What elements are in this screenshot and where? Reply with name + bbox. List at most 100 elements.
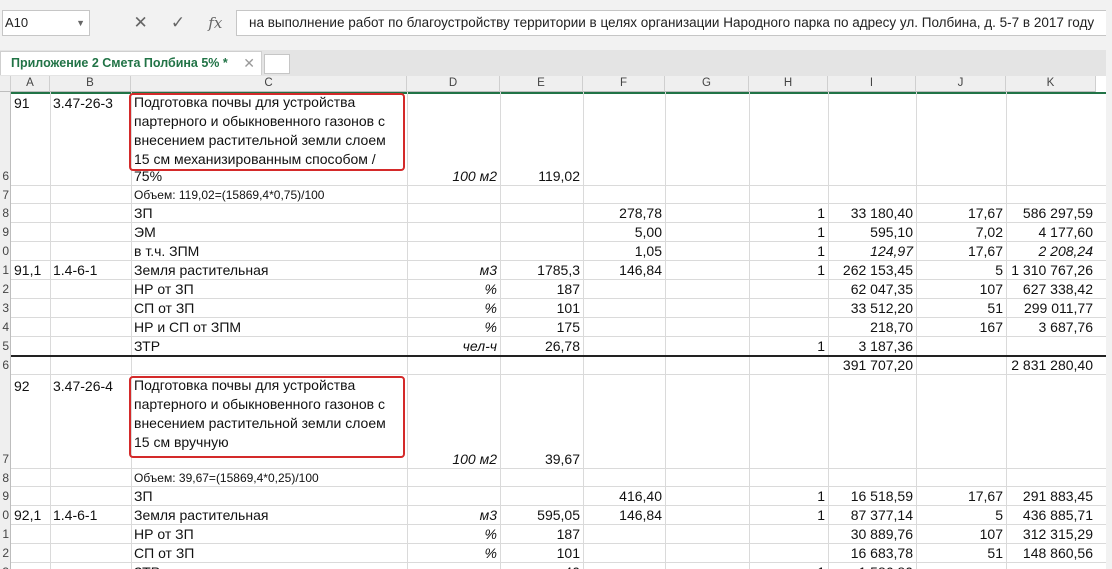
cell-c-15[interactable]: НР от ЗП <box>131 525 407 544</box>
cell-d-6[interactable]: % <box>407 280 500 299</box>
cell-h-9[interactable]: 1 <box>749 337 828 356</box>
close-icon[interactable]: ✕ <box>243 52 255 74</box>
cell-f-13[interactable]: 416,40 <box>583 487 665 506</box>
cell-h-13[interactable]: 1 <box>749 487 828 506</box>
cell-c-12[interactable]: Объем: 39,67=(15869,4*0,25)/100 <box>131 469 731 487</box>
cell-j-3[interactable]: 7,02 <box>916 223 1006 242</box>
cell-c-6[interactable]: НР от ЗП <box>131 280 407 299</box>
column-header-j[interactable]: J <box>916 76 1006 92</box>
row-header[interactable]: 9 <box>0 487 11 506</box>
row-header[interactable]: 0 <box>0 242 11 261</box>
row-header[interactable]: 3 <box>0 563 11 569</box>
row-header[interactable]: 1 <box>0 525 11 544</box>
cell-d-7[interactable]: % <box>407 299 500 318</box>
cell-a-14[interactable]: 92,1 <box>11 506 50 525</box>
column-header-i[interactable]: I <box>828 76 916 92</box>
column-header-h[interactable]: H <box>749 76 828 92</box>
cell-k-10[interactable]: 2 831 280,40 <box>1006 356 1096 375</box>
cell-e-14[interactable]: 595,05 <box>500 506 583 525</box>
row-header[interactable]: 1 <box>0 261 11 280</box>
cell-d-8[interactable]: % <box>407 318 500 337</box>
enter-icon[interactable]: ✓ <box>164 13 192 33</box>
cell-b-11[interactable]: 3.47-26-4 <box>50 377 131 396</box>
row-header[interactable]: 4 <box>0 318 11 337</box>
cell-a-0[interactable]: 91 <box>11 94 50 113</box>
cell-c-7[interactable]: СП от ЗП <box>131 299 407 318</box>
cell-j-2[interactable]: 17,67 <box>916 204 1006 223</box>
sheet-tab[interactable]: Приложение 2 Смета Полбина 5% * ✕ <box>0 51 262 75</box>
column-header-b[interactable]: B <box>50 76 131 92</box>
row-header[interactable]: 9 <box>0 223 11 242</box>
name-box[interactable]: A10 ▼ <box>2 10 90 36</box>
cell-e-7[interactable]: 101 <box>500 299 583 318</box>
cell-i-15[interactable]: 30 889,76 <box>828 525 916 544</box>
cell-k-15[interactable]: 312 315,29 <box>1006 525 1096 544</box>
cell-j-4[interactable]: 17,67 <box>916 242 1006 261</box>
cell-b-14[interactable]: 1.4-6-1 <box>50 506 131 525</box>
cell-d-9[interactable]: чел-ч <box>407 337 500 356</box>
cell-f-14[interactable]: 146,84 <box>583 506 665 525</box>
column-header-e[interactable]: E <box>500 76 583 92</box>
cell-j-14[interactable]: 5 <box>916 506 1006 525</box>
cell-a-5[interactable]: 91,1 <box>11 261 50 280</box>
cell-j-8[interactable]: 167 <box>916 318 1006 337</box>
cell-j-15[interactable]: 107 <box>916 525 1006 544</box>
select-all-corner[interactable] <box>0 76 11 92</box>
cell-i-13[interactable]: 16 518,59 <box>828 487 916 506</box>
cell-c-5[interactable]: Земля растительная <box>131 261 407 280</box>
row-header[interactable]: 7 <box>0 186 11 204</box>
cell-h-5[interactable]: 1 <box>749 261 828 280</box>
column-header-c[interactable]: C <box>131 76 407 92</box>
cell-f-3[interactable]: 5,00 <box>583 223 665 242</box>
cell-a-11[interactable]: 92 <box>11 377 50 396</box>
cell-k-3[interactable]: 4 177,60 <box>1006 223 1096 242</box>
cell-c-14[interactable]: Земля растительная <box>131 506 407 525</box>
row-header[interactable]: 7 <box>0 375 11 469</box>
cell-c-9[interactable]: ЗТР <box>131 337 407 356</box>
new-sheet-button[interactable] <box>264 54 290 74</box>
cancel-icon[interactable]: ✕ <box>127 13 155 33</box>
cell-e-8[interactable]: 175 <box>500 318 583 337</box>
cell-c-1[interactable]: Объем: 119,02=(15869,4*0,75)/100 <box>131 186 731 204</box>
cell-c-17[interactable]: ЗТР <box>131 563 407 569</box>
cell-h-2[interactable]: 1 <box>749 204 828 223</box>
cell-e-0[interactable]: 119,02 <box>500 167 583 186</box>
cell-e-11[interactable]: 39,67 <box>500 450 583 469</box>
cell-j-6[interactable]: 107 <box>916 280 1006 299</box>
cell-k-13[interactable]: 291 883,45 <box>1006 487 1096 506</box>
cell-i-2[interactable]: 33 180,40 <box>828 204 916 223</box>
column-header-d[interactable]: D <box>407 76 500 92</box>
cell-c-13[interactable]: ЗП <box>131 487 407 506</box>
cell-k-4[interactable]: 2 208,24 <box>1006 242 1096 261</box>
column-header-a[interactable]: A <box>11 76 50 92</box>
cell-d-17[interactable]: чел-ч <box>407 563 500 569</box>
cell-d-14[interactable]: м3 <box>407 506 500 525</box>
column-header-f[interactable]: F <box>583 76 665 92</box>
cell-k-14[interactable]: 436 885,71 <box>1006 506 1096 525</box>
cell-c-3[interactable]: ЭМ <box>131 223 407 242</box>
cell-h-3[interactable]: 1 <box>749 223 828 242</box>
row-header[interactable]: 0 <box>0 506 11 525</box>
cell-e-9[interactable]: 26,78 <box>500 337 583 356</box>
column-header-k[interactable]: K <box>1006 76 1096 92</box>
cell-d-15[interactable]: % <box>407 525 500 544</box>
cell-f-5[interactable]: 146,84 <box>583 261 665 280</box>
cell-h-14[interactable]: 1 <box>749 506 828 525</box>
cell-d-5[interactable]: м3 <box>407 261 500 280</box>
spreadsheet-grid[interactable]: A B C D E F G H I J K 6 91 3.47-26-3 75% 100 м2 119,02 7 О… <box>0 76 1112 569</box>
row-header[interactable]: 6 <box>0 356 11 375</box>
row-header[interactable]: 2 <box>0 544 11 563</box>
cell-c-2[interactable]: ЗП <box>131 204 407 223</box>
cell-f-2[interactable]: 278,78 <box>583 204 665 223</box>
cell-i-17[interactable]: 1 586,80 <box>828 563 916 569</box>
cell-d-16[interactable]: % <box>407 544 500 563</box>
cell-i-5[interactable]: 262 153,45 <box>828 261 916 280</box>
cell-h-4[interactable]: 1 <box>749 242 828 261</box>
cell-c-4[interactable]: в т.ч. ЗПМ <box>131 242 407 261</box>
cell-i-3[interactable]: 595,10 <box>828 223 916 242</box>
cell-i-4[interactable]: 124,97 <box>828 242 916 261</box>
cell-i-10[interactable]: 391 707,20 <box>828 356 916 375</box>
cell-e-16[interactable]: 101 <box>500 544 583 563</box>
row-header[interactable]: 6 <box>0 92 11 186</box>
cell-b-5[interactable]: 1.4-6-1 <box>50 261 131 280</box>
